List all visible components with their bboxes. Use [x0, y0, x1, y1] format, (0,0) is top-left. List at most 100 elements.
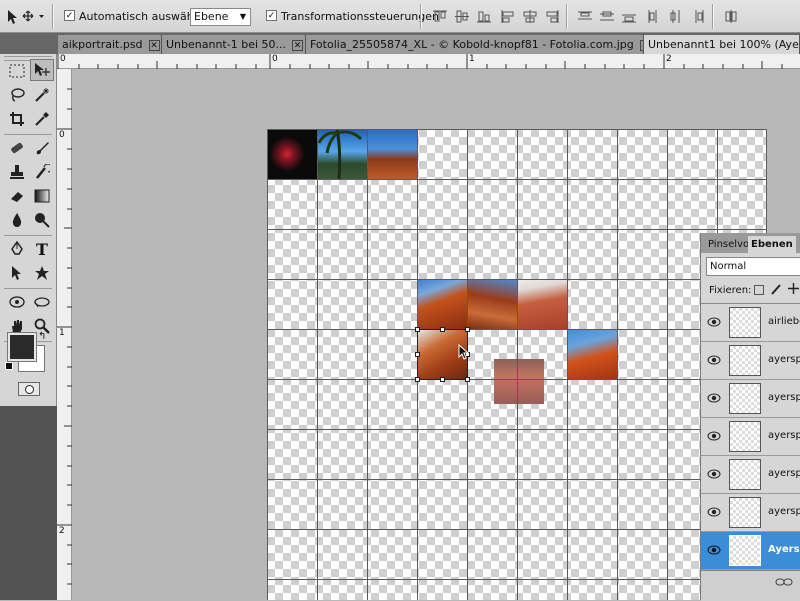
distribute-vcenter-icon[interactable] [599, 9, 615, 24]
image-tile-ayers-rock-3[interactable] [467, 279, 517, 329]
dodge-tool[interactable] [30, 209, 54, 231]
eye-icon[interactable] [707, 354, 721, 366]
marquee-tool[interactable] [5, 60, 29, 82]
auto-select-dropdown[interactable]: Ebene ▼ [190, 8, 251, 26]
layer-name: airliebe [768, 316, 800, 327]
lock-transparency-icon[interactable] [754, 285, 764, 295]
layer-row[interactable]: ayersp [701, 380, 800, 418]
separator [4, 288, 52, 289]
history-brush-tool[interactable] [30, 161, 54, 183]
transform-handle[interactable] [415, 377, 420, 382]
close-icon[interactable]: ✕ [148, 39, 160, 51]
eye-icon[interactable] [707, 506, 721, 518]
pen-icon [11, 241, 23, 255]
align-left-icon[interactable] [500, 9, 516, 24]
crop-tool[interactable] [5, 108, 29, 130]
transform-handle[interactable] [415, 327, 420, 332]
horizontal-ruler[interactable]: 0 0 1 2 [57, 54, 800, 69]
align-right-icon[interactable] [544, 9, 560, 24]
transform-handle[interactable] [465, 377, 470, 382]
image-tile-ayers-rock-5[interactable] [494, 359, 544, 404]
type-tool[interactable]: T [30, 238, 54, 260]
image-tile-palm-beach[interactable] [317, 128, 367, 180]
auto-align-icon[interactable] [723, 9, 739, 24]
eye-icon[interactable] [707, 430, 721, 442]
image-tile-ayers-rock-6[interactable] [567, 329, 617, 379]
layer-thumbnail [729, 345, 761, 376]
image-tile-ayers-rock-4[interactable] [517, 279, 567, 329]
layer-row[interactable]: ayersp [701, 456, 800, 494]
move-tool-preset-picker[interactable] [6, 7, 46, 25]
transform-handle[interactable] [440, 377, 445, 382]
layer-row[interactable]: ayersp [701, 342, 800, 380]
transform-controls-label: Transformationssteuerungen [281, 10, 439, 23]
distribute-top-icon[interactable] [577, 9, 593, 24]
transform-handle[interactable] [415, 352, 420, 357]
align-hcenter-icon[interactable] [522, 9, 538, 24]
custom-shape-tool[interactable] [30, 262, 54, 284]
eye-icon[interactable] [707, 316, 721, 328]
tab-layers[interactable]: Ebenen [748, 236, 796, 253]
eraser-tool[interactable] [5, 185, 29, 207]
vertical-ruler[interactable]: 0 1 2 [57, 69, 72, 600]
magic-wand-icon [35, 88, 49, 102]
image-tile-ayers-rock-2[interactable] [417, 279, 467, 329]
quick-mask-button[interactable] [18, 382, 40, 396]
brush-tool[interactable] [30, 137, 54, 159]
tab-document-active[interactable]: Unbenannt1 bei 100% (Aye [644, 35, 800, 54]
layer-row-selected[interactable]: Ayers [701, 532, 800, 570]
gradient-tool[interactable] [30, 185, 54, 207]
stamp-icon [10, 165, 24, 179]
blur-tool[interactable] [5, 209, 29, 231]
layer-row[interactable]: ayersp [701, 494, 800, 532]
pen-tool[interactable] [5, 238, 29, 260]
blend-mode-select[interactable]: Normal [706, 257, 800, 276]
link-layers-icon[interactable] [775, 577, 793, 587]
image-tile-night-city[interactable] [267, 129, 317, 179]
tab-brush-presets[interactable]: Pinselvo [705, 236, 752, 253]
eye-icon[interactable] [707, 544, 721, 556]
3d-rotate-icon [9, 296, 25, 308]
grid-line [267, 479, 767, 480]
align-vcenter-icon[interactable] [454, 9, 470, 24]
3d-rotate-tool[interactable] [5, 291, 29, 313]
eye-icon[interactable] [707, 392, 721, 404]
align-bottom-icon[interactable] [476, 9, 492, 24]
healing-brush-tool[interactable] [5, 137, 29, 159]
lock-position-icon[interactable] [787, 282, 800, 298]
distribute-hcenter-icon[interactable] [668, 9, 684, 24]
eye-icon[interactable] [707, 468, 721, 480]
magic-wand-tool[interactable] [30, 84, 54, 106]
align-top-icon[interactable] [432, 9, 448, 24]
layer-row[interactable]: ayersp [701, 418, 800, 456]
tab-document-3[interactable]: Fotolia_25505874_XL - © Kobold-knopf81 -… [306, 35, 644, 54]
distribute-left-icon[interactable] [646, 9, 662, 24]
transform-handle[interactable] [440, 327, 445, 332]
eyedropper-tool[interactable] [30, 108, 54, 130]
close-icon[interactable]: ✕ [292, 39, 303, 51]
foreground-color-swatch[interactable] [7, 332, 37, 362]
image-tile-ayers-rock-1[interactable] [367, 129, 417, 179]
lasso-tool[interactable] [5, 84, 29, 106]
tab-document-1[interactable]: aikportrait.psd ✕ [58, 35, 162, 54]
crop-icon [10, 112, 24, 126]
lock-pixels-icon[interactable] [770, 282, 783, 298]
tab-document-2[interactable]: Unbenannt-1 bei 50... ✕ [162, 35, 306, 54]
move-tool[interactable] [30, 59, 54, 81]
clone-stamp-tool[interactable] [5, 161, 29, 183]
tab-label: Fotolia_25505874_XL - © Kobold-knopf81 -… [310, 38, 634, 51]
distribute-right-icon[interactable] [690, 9, 706, 24]
distribute-bottom-icon[interactable] [621, 9, 637, 24]
marquee-icon [9, 64, 25, 78]
default-colors-icon[interactable] [5, 362, 13, 370]
layer-row[interactable]: airliebe [701, 304, 800, 342]
document-canvas[interactable] [267, 128, 767, 600]
auto-select-checkbox[interactable]: ✓ [64, 10, 75, 21]
lasso-icon [11, 88, 25, 102]
path-selection-tool[interactable] [5, 262, 29, 284]
swap-colors-icon[interactable]: ↰ [38, 331, 46, 342]
transform-controls-checkbox[interactable]: ✓ [266, 10, 277, 21]
bandage-icon [11, 142, 23, 154]
3d-camera-tool[interactable] [30, 291, 54, 313]
transform-handle[interactable] [465, 327, 470, 332]
